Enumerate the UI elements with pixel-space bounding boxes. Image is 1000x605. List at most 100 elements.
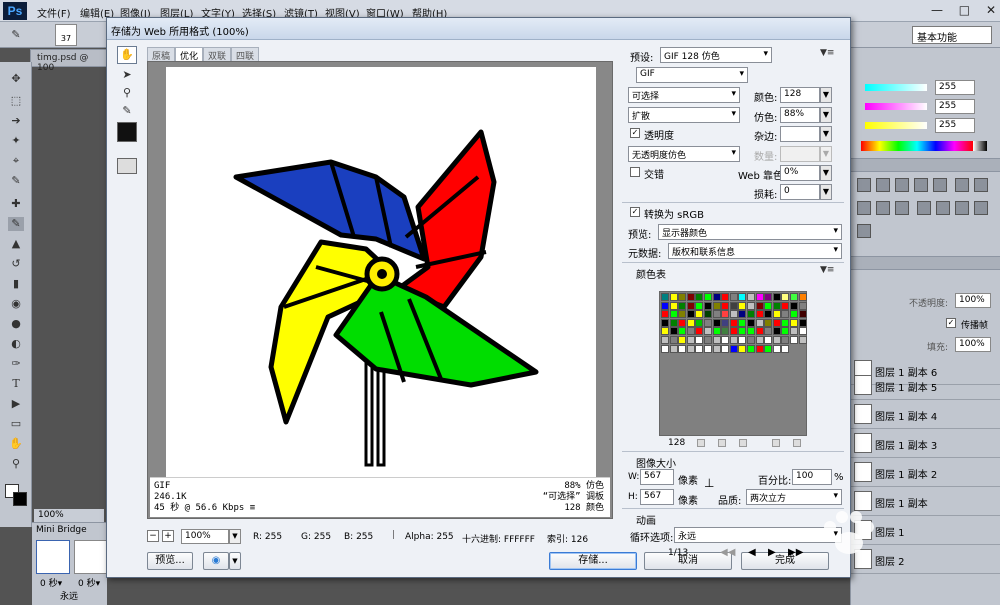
path-select-icon[interactable]: ▶ [8, 397, 24, 411]
trash-icon[interactable] [793, 439, 801, 447]
color-table-swatch[interactable] [738, 310, 747, 319]
color-table-swatch[interactable] [669, 336, 678, 344]
paint-bucket-icon[interactable]: ◉ [8, 297, 24, 311]
animation-frame-2[interactable] [74, 540, 108, 574]
web-snap-field[interactable]: 0% [780, 165, 820, 181]
color-table-swatch[interactable] [712, 344, 721, 353]
color-table-swatch[interactable] [755, 327, 764, 336]
color-table-swatch[interactable] [781, 310, 790, 319]
color-table-swatch[interactable] [772, 327, 781, 336]
adjustments-panel-header[interactable] [851, 158, 1000, 172]
vibrance-icon[interactable] [933, 178, 947, 192]
color-table-swatch[interactable] [721, 310, 730, 319]
color-value-field[interactable]: 255 [935, 118, 975, 133]
percent-field[interactable]: 100 [792, 469, 832, 485]
slider-track[interactable] [865, 84, 927, 91]
color-table-swatch[interactable] [678, 310, 687, 319]
menu-file[interactable]: 文件(F) [37, 5, 71, 20]
color-table-swatch[interactable] [686, 344, 695, 353]
color-table-swatch[interactable] [790, 318, 798, 327]
color-table-swatch[interactable] [686, 310, 695, 319]
color-table-swatch[interactable] [712, 327, 721, 336]
convert-srgb-checkbox[interactable]: ✓ [630, 207, 640, 217]
color-table-swatch[interactable] [755, 310, 764, 319]
color-table-swatch[interactable] [747, 310, 755, 319]
brightness-icon[interactable] [857, 178, 871, 192]
lossy-field[interactable]: 0 [780, 184, 820, 200]
move-tool-icon[interactable]: ✥ [8, 72, 24, 86]
mini-bridge-tab[interactable]: Mini Bridge [34, 523, 89, 537]
chevron-down-icon[interactable]: ▼ [820, 107, 832, 123]
color-table-swatch[interactable] [678, 327, 687, 336]
transparency-dither-select[interactable]: 无透明度仿色 [628, 146, 740, 162]
color-table-swatch[interactable] [721, 318, 730, 327]
color-table-swatch[interactable] [764, 310, 773, 319]
color-table-swatch[interactable] [738, 318, 747, 327]
frame-delay[interactable]: 0 秒▾ [40, 576, 62, 589]
color-table-swatch[interactable] [721, 344, 730, 353]
transparency-checkbox[interactable]: ✓ [630, 128, 640, 138]
colors-field[interactable]: 128 [780, 87, 820, 103]
color-reduction-select[interactable]: 可选择 [628, 87, 740, 103]
color-value-field[interactable]: 255 [935, 99, 975, 114]
frame-delay[interactable]: 0 秒▾ [78, 576, 100, 589]
blur-tool-icon[interactable]: ● [8, 317, 24, 331]
color-table-swatch[interactable] [798, 318, 807, 327]
color-table-swatch[interactable] [695, 344, 704, 353]
fill-field[interactable]: 100% [955, 337, 991, 352]
color-table-swatch[interactable] [798, 336, 807, 344]
color-table-swatch[interactable] [669, 344, 678, 353]
color-table-swatch[interactable] [695, 293, 704, 301]
color-table-swatch[interactable] [772, 310, 781, 319]
color-table-swatch[interactable] [669, 318, 678, 327]
maximize-icon[interactable]: □ [959, 3, 970, 17]
color-table-swatch[interactable] [747, 344, 755, 353]
crop-tool-icon[interactable]: ⌖ [8, 154, 24, 168]
color-table-swatch[interactable] [738, 327, 747, 336]
marquee-tool-icon[interactable]: ⬚ [8, 94, 24, 108]
interlaced-checkbox[interactable] [630, 167, 640, 177]
color-table-swatch[interactable] [695, 318, 704, 327]
color-table-swatch[interactable] [704, 336, 712, 344]
color-table-swatch[interactable] [747, 301, 755, 310]
slice-visibility-toggle[interactable] [117, 158, 137, 174]
color-table-swatch[interactable] [764, 301, 773, 310]
color-value-field[interactable]: 255 [935, 80, 975, 95]
color-table-swatch[interactable] [781, 336, 790, 344]
history-brush-icon[interactable]: ↺ [8, 257, 24, 271]
shape-tool-icon[interactable]: ▭ [8, 417, 24, 431]
chevron-down-icon[interactable]: ▼ [229, 552, 241, 570]
chevron-down-icon[interactable]: ▼ [820, 126, 832, 142]
preview-button[interactable]: 预览... [147, 552, 193, 570]
color-table-swatch[interactable] [738, 293, 747, 301]
selective-color-icon[interactable] [857, 224, 871, 238]
color-table-swatch[interactable] [661, 344, 669, 353]
color-table-swatch[interactable] [790, 293, 798, 301]
color-table-swatch[interactable] [772, 336, 781, 344]
workspace-select[interactable]: 基本功能 [912, 26, 992, 44]
color-table-swatch[interactable] [704, 293, 712, 301]
slice-select-icon[interactable]: ➤ [117, 66, 137, 84]
color-table-swatch[interactable] [755, 336, 764, 344]
map-color-icon[interactable] [697, 439, 705, 447]
play-icon[interactable]: ▶ [768, 547, 776, 558]
dialog-titlebar[interactable]: 存储为 Web 所用格式 (100%) [107, 18, 850, 40]
color-table-swatch[interactable] [721, 293, 730, 301]
color-table-swatch[interactable] [712, 336, 721, 344]
hand-tool-icon[interactable]: ✋ [8, 437, 24, 451]
color-table-swatch[interactable] [755, 344, 764, 353]
zoom-status[interactable]: 100% [38, 510, 64, 520]
height-field[interactable]: 567 [640, 489, 674, 505]
color-table-swatch[interactable] [747, 327, 755, 336]
loop-select[interactable]: 永远 [60, 589, 78, 602]
color-table-swatch[interactable] [661, 301, 669, 310]
dither-algorithm-select[interactable]: 扩散 [628, 107, 740, 123]
threshold-icon[interactable] [955, 201, 970, 215]
eyedropper-color-swatch[interactable] [117, 122, 137, 142]
color-table-swatch[interactable] [686, 336, 695, 344]
pen-tool-icon[interactable]: ✑ [8, 357, 24, 371]
color-table-swatch[interactable] [738, 301, 747, 310]
color-table-swatch[interactable] [755, 293, 764, 301]
zoom-level-field[interactable]: 100% [181, 529, 229, 544]
black-white-icon[interactable] [857, 201, 871, 215]
